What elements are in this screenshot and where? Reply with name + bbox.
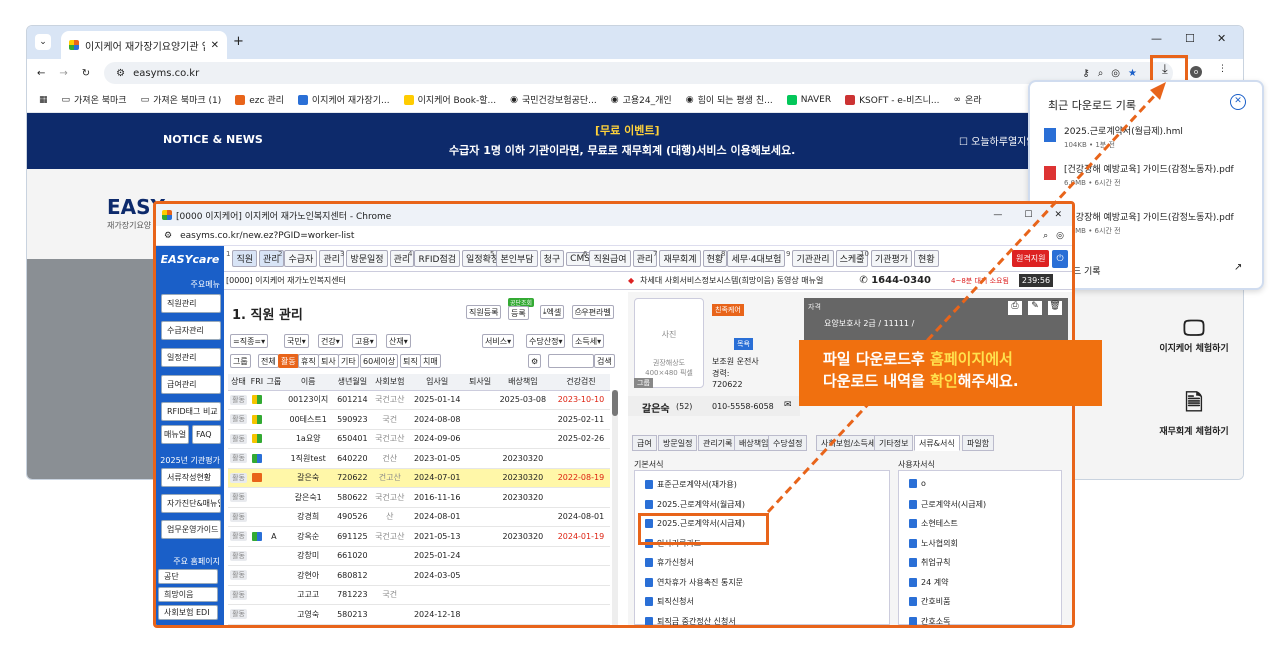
guide-arrow	[766, 82, 1166, 514]
instruction-callout: 파일 다운로드후 홈페이지에서 다운로드 내역을 확인해주세요.	[799, 340, 1102, 406]
